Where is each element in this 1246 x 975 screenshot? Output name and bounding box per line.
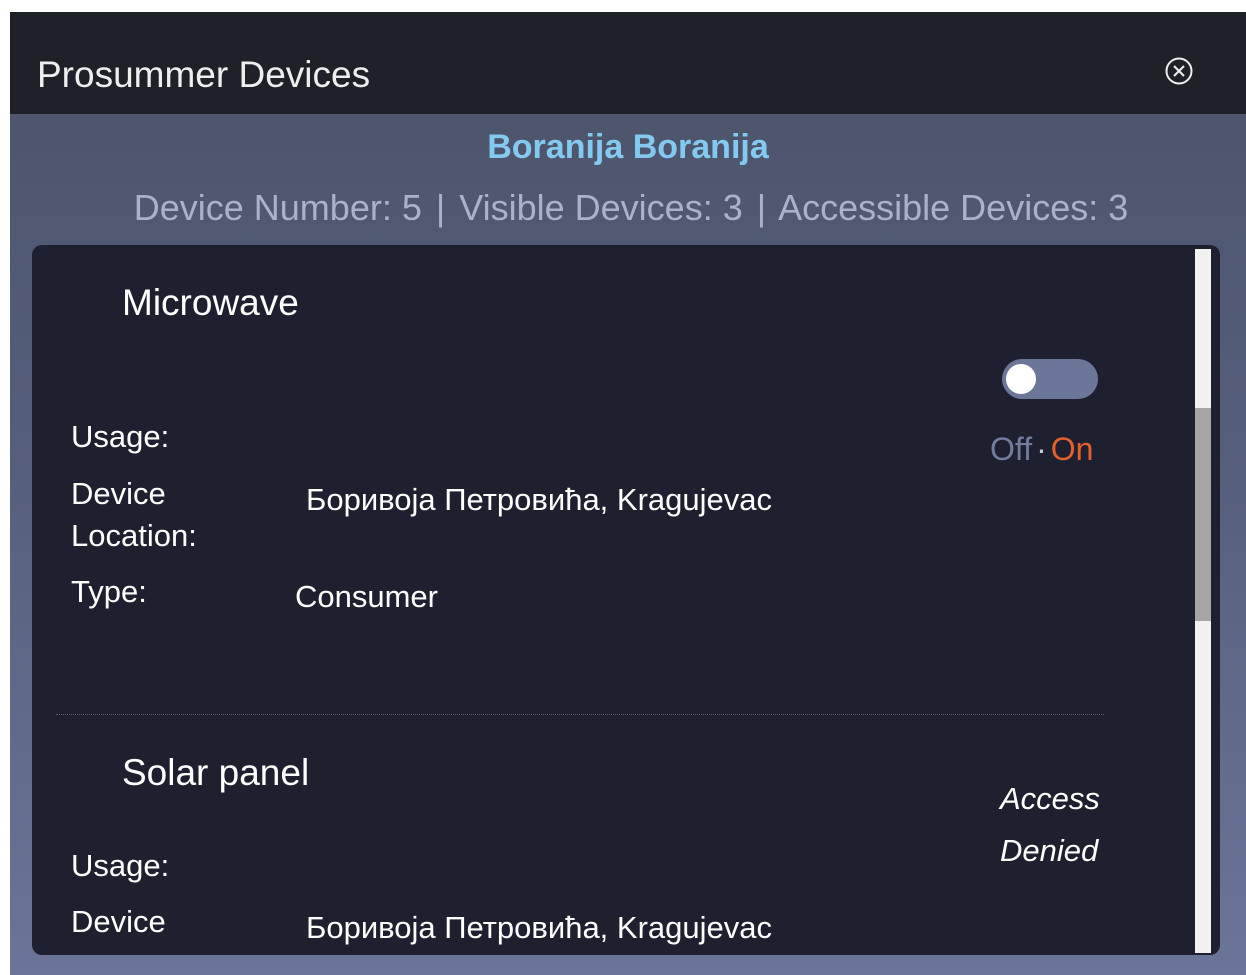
- vertical-scrollbar[interactable]: [1195, 249, 1211, 953]
- usage-label: Usage:: [71, 419, 170, 454]
- count-separator: |: [435, 187, 446, 228]
- device-divider: [56, 714, 1104, 715]
- device-location-value: Боривоја Петровића, Kragujevac: [306, 482, 772, 517]
- device-name-solar-panel: Solar panel: [122, 752, 310, 793]
- scrollbar-thumb[interactable]: [1195, 408, 1211, 621]
- device-location-label-line2: Location:: [71, 518, 197, 553]
- prosummer-devices-dialog: Prosummer Devices Boranija Boranija Devi…: [10, 12, 1246, 975]
- title-bar: Prosummer Devices: [10, 12, 1246, 114]
- device-list-panel: Microwave Usage: Device Location: Бориво…: [32, 245, 1220, 955]
- microwave-power-toggle[interactable]: [1002, 359, 1098, 399]
- off-label: Off: [990, 431, 1033, 467]
- access-denied-status: Access Denied: [1000, 773, 1130, 877]
- count-separator: |: [756, 187, 767, 228]
- on-label: On: [1050, 431, 1094, 467]
- access-denied-line2: Denied: [1000, 833, 1099, 868]
- dialog-title: Prosummer Devices: [37, 54, 371, 95]
- close-button[interactable]: [1164, 56, 1194, 86]
- device-location-label: Device Location:: [71, 473, 197, 557]
- access-denied-line1: Access: [1000, 781, 1100, 816]
- toggle-state-labels: Off · On: [990, 429, 1093, 469]
- usage-label: Usage:: [71, 848, 170, 883]
- device-number: Device Number: 5: [133, 187, 422, 228]
- close-icon[interactable]: [1164, 56, 1194, 86]
- device-location-label-line1: Device: [71, 476, 166, 511]
- device-counts: Device Number: 5 | Visible Devices: 3 | …: [10, 186, 1246, 230]
- accessible-devices: Accessible Devices: 3: [778, 187, 1129, 228]
- type-value: Consumer: [295, 579, 438, 614]
- device-location-label: Device: [71, 904, 166, 939]
- state-separator: ·: [1036, 431, 1047, 467]
- toggle-knob[interactable]: [1006, 364, 1036, 394]
- visible-devices: Visible Devices: 3: [459, 187, 743, 228]
- owner-name: Boranija Boranija: [487, 128, 769, 166]
- device-name-microwave: Microwave: [122, 282, 299, 323]
- type-label: Type:: [71, 574, 147, 609]
- device-location-value: Боривоја Петровића, Kragujevac: [306, 910, 772, 945]
